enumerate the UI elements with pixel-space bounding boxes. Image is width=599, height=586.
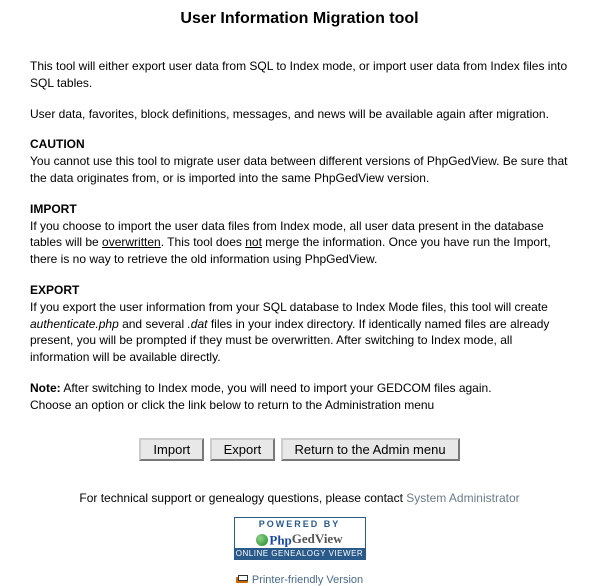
badge-brand: PhpGedView (235, 530, 365, 549)
brand-pre: Php (269, 532, 291, 547)
note-text1: After switching to Index mode, you will … (61, 381, 492, 395)
return-admin-button[interactable]: Return to the Admin menu (281, 438, 460, 461)
import-section: IMPORT If you choose to import the user … (30, 201, 569, 268)
not-word: not (245, 235, 262, 249)
content-body: This tool will either export user data f… (0, 58, 599, 414)
dat-file: .dat (187, 317, 207, 331)
page-title: User Information Migration tool (0, 10, 599, 28)
caution-heading: CAUTION (30, 136, 569, 153)
export-section: EXPORT If you export the user informatio… (30, 282, 569, 366)
intro-text: This tool will either export user data f… (30, 58, 569, 92)
export-mid1: and several (119, 317, 188, 331)
globe-icon (256, 534, 268, 546)
import-mid: . This tool does (161, 235, 246, 249)
caution-section: CAUTION You cannot use this tool to migr… (30, 136, 569, 186)
support-line: For technical support or genealogy quest… (0, 491, 599, 505)
badge-top: POWERED BY (235, 518, 365, 530)
printer-friendly-link[interactable]: Printer-friendly Version (252, 574, 363, 586)
brand-post: GedView (292, 531, 343, 546)
badge-bottom: ONLINE GENEALOGY VIEWER (235, 548, 365, 559)
authenticate-file: authenticate.php (30, 317, 119, 331)
button-row: Import Export Return to the Admin menu (0, 438, 599, 461)
export-heading: EXPORT (30, 282, 569, 299)
import-button[interactable]: Import (139, 438, 204, 461)
printer-friendly-line: Printer-friendly Version (0, 574, 599, 586)
export-pre: If you export the user information from … (30, 300, 548, 314)
note-text2: Choose an option or click the link below… (30, 398, 434, 412)
note-section: Note: After switching to Index mode, you… (30, 380, 569, 414)
powered-by-badge[interactable]: POWERED BY PhpGedView ONLINE GENEALOGY V… (0, 517, 599, 561)
export-button[interactable]: Export (210, 438, 276, 461)
overwritten-word: overwritten (102, 235, 161, 249)
import-heading: IMPORT (30, 201, 569, 218)
availability-text: User data, favorites, block definitions,… (30, 106, 569, 123)
support-text: For technical support or genealogy quest… (79, 491, 406, 505)
system-admin-link[interactable]: System Administrator (406, 491, 519, 505)
note-label: Note: (30, 381, 61, 395)
caution-text: You cannot use this tool to migrate user… (30, 154, 567, 185)
